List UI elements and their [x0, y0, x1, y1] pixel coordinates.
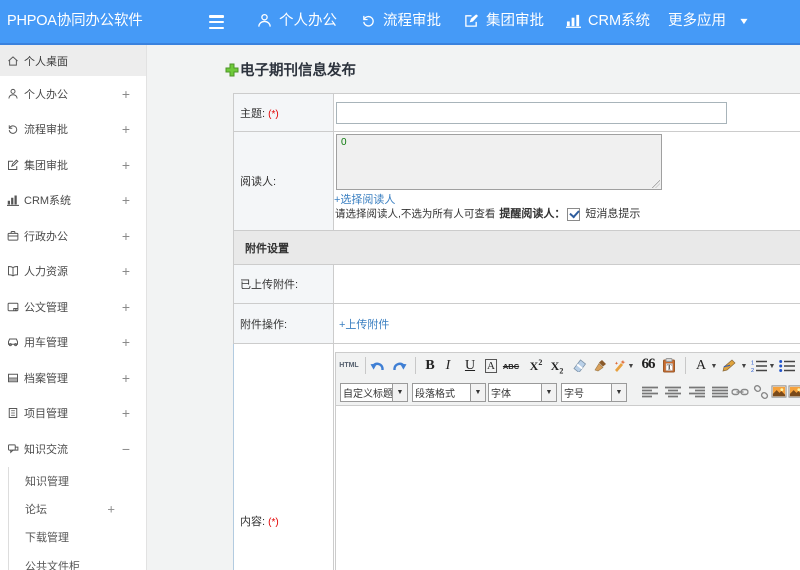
svg-text:2: 2 — [751, 368, 754, 373]
svg-text:1: 1 — [751, 361, 754, 367]
svg-text:T: T — [667, 363, 672, 372]
